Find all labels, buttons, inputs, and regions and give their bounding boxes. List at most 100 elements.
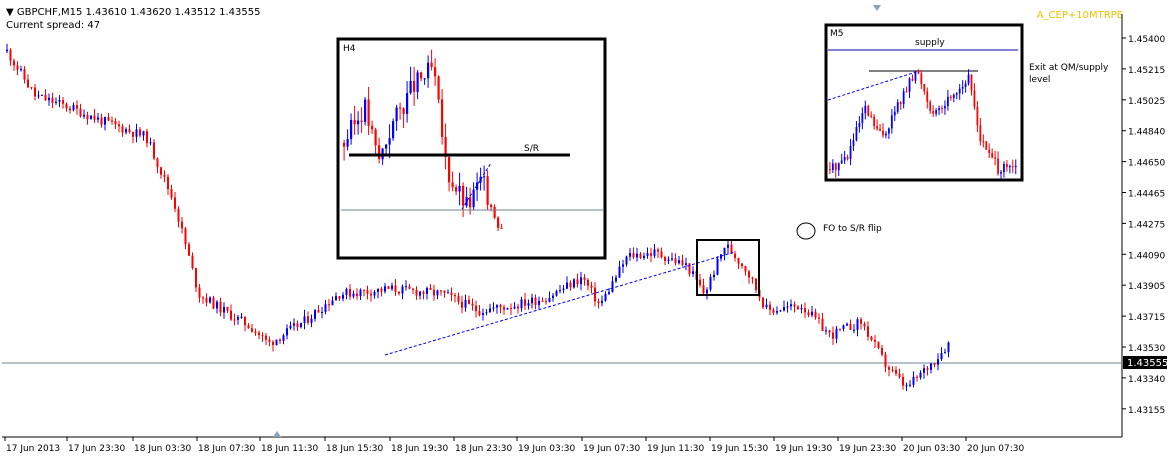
candle-bull [125, 129, 127, 133]
candle-bull [912, 376, 915, 385]
candle-bear [408, 286, 411, 289]
candle-bear [188, 244, 190, 256]
candle-bear [769, 304, 771, 310]
candle-bear [30, 87, 33, 89]
candle-bear [895, 369, 897, 374]
candle-bear [877, 341, 880, 348]
candle-bear [583, 277, 586, 280]
time-tick-label: 19 Jun 15:30 [711, 444, 768, 454]
candle-bear [688, 263, 691, 274]
candle-bull [855, 127, 858, 141]
candle-bear [699, 279, 701, 286]
candle-bull [373, 291, 376, 296]
candle-bear [415, 290, 418, 296]
candle-bull [458, 185, 461, 192]
chart-window[interactable]: ▼ GBPCHF,M15 1.43610 1.43620 1.43512 1.4… [0, 0, 1171, 459]
price-tick-label: 1.44840 [1128, 128, 1165, 138]
candle-bull [625, 256, 628, 265]
price-tick-label: 1.44275 [1128, 220, 1165, 230]
candle-bear [499, 305, 502, 308]
candle-bear [597, 301, 600, 304]
candle-bear [370, 293, 372, 296]
candle-bear [272, 341, 274, 346]
candle-bear [490, 204, 493, 207]
time-tick-label: 19 Jun 11:30 [647, 444, 704, 454]
candle-bear [146, 131, 148, 144]
candle-bear [170, 189, 173, 198]
candle-bear [664, 256, 666, 261]
price-tick-label: 1.44090 [1128, 251, 1165, 261]
candle-bear [814, 311, 817, 318]
candle-bull [947, 342, 950, 353]
candle-bear [576, 279, 579, 285]
candle-bull [1014, 165, 1017, 168]
candle-bull [935, 110, 937, 114]
time-tick-label: 17 Jun 23:30 [68, 444, 125, 454]
chart-shift-marker-icon[interactable] [873, 5, 881, 11]
candle-bear [387, 286, 390, 289]
candle-bear [378, 145, 381, 160]
candle-bear [79, 108, 82, 117]
candle-bull [955, 93, 958, 95]
candle-bear [933, 363, 936, 365]
candle-bull [937, 359, 939, 365]
time-tick-label: 18 Jun 23:30 [455, 444, 512, 454]
candle-bull [321, 312, 323, 314]
candle-bull [489, 308, 491, 313]
candle-bull [472, 189, 475, 208]
time-scroll-marker-icon[interactable] [273, 431, 281, 437]
candle-bear [468, 299, 470, 304]
time-tick-label: 18 Jun 03:30 [134, 444, 191, 454]
candle-bull [629, 252, 631, 257]
candle-bull [142, 131, 145, 136]
h4-title: H4 [343, 44, 356, 54]
candle-bull [427, 62, 430, 79]
candle-bull [1000, 172, 1002, 174]
candle-bull [646, 253, 649, 256]
candle-bear [734, 253, 736, 259]
candle-bull [902, 91, 905, 105]
candle-bull [713, 274, 715, 278]
candle-bull [483, 176, 486, 178]
candle-bear [212, 297, 215, 309]
candle-bear [69, 108, 71, 111]
candle-bull [1003, 163, 1005, 173]
candle-bull [406, 93, 409, 114]
candle-bull [520, 299, 523, 309]
candle-bear [762, 297, 764, 308]
candle-bull [289, 325, 292, 329]
candle-bear [156, 158, 159, 168]
candle-bear [363, 289, 365, 291]
candle-bear [367, 99, 370, 126]
price-chart-svg[interactable]: 1.45400 1.45215 1.45025 1.44840 1.44650 1.444… [0, 0, 1171, 459]
candle-bull [409, 80, 412, 94]
candle-bull [135, 129, 138, 137]
candle-bull [426, 287, 428, 294]
candle-bear [191, 255, 194, 269]
candle-bear [9, 49, 12, 61]
candle-bull [6, 49, 8, 52]
candle-bull [350, 119, 353, 140]
candle-bear [991, 152, 994, 158]
candle-bear [202, 297, 204, 299]
candle-bear [205, 297, 208, 303]
candle-bear [744, 266, 747, 272]
candle-bear [994, 157, 996, 159]
candle-bull [671, 258, 673, 260]
candle-bull [940, 353, 943, 360]
candle-bear [829, 169, 831, 171]
candle-bull [852, 140, 855, 146]
candle-bull [1008, 166, 1011, 168]
candle-bull [856, 319, 859, 330]
candle-bull [800, 308, 803, 310]
price-tick-label: 1.43905 [1128, 282, 1165, 292]
candle-bear [374, 129, 377, 146]
candle-bear [674, 258, 677, 264]
candle-bull [492, 307, 495, 309]
candle-bull [709, 277, 712, 290]
candle-bear [349, 288, 351, 297]
candle-bull [611, 281, 614, 292]
candle-bull [667, 259, 670, 261]
candle-bear [917, 71, 920, 74]
candle-bear [450, 292, 453, 296]
